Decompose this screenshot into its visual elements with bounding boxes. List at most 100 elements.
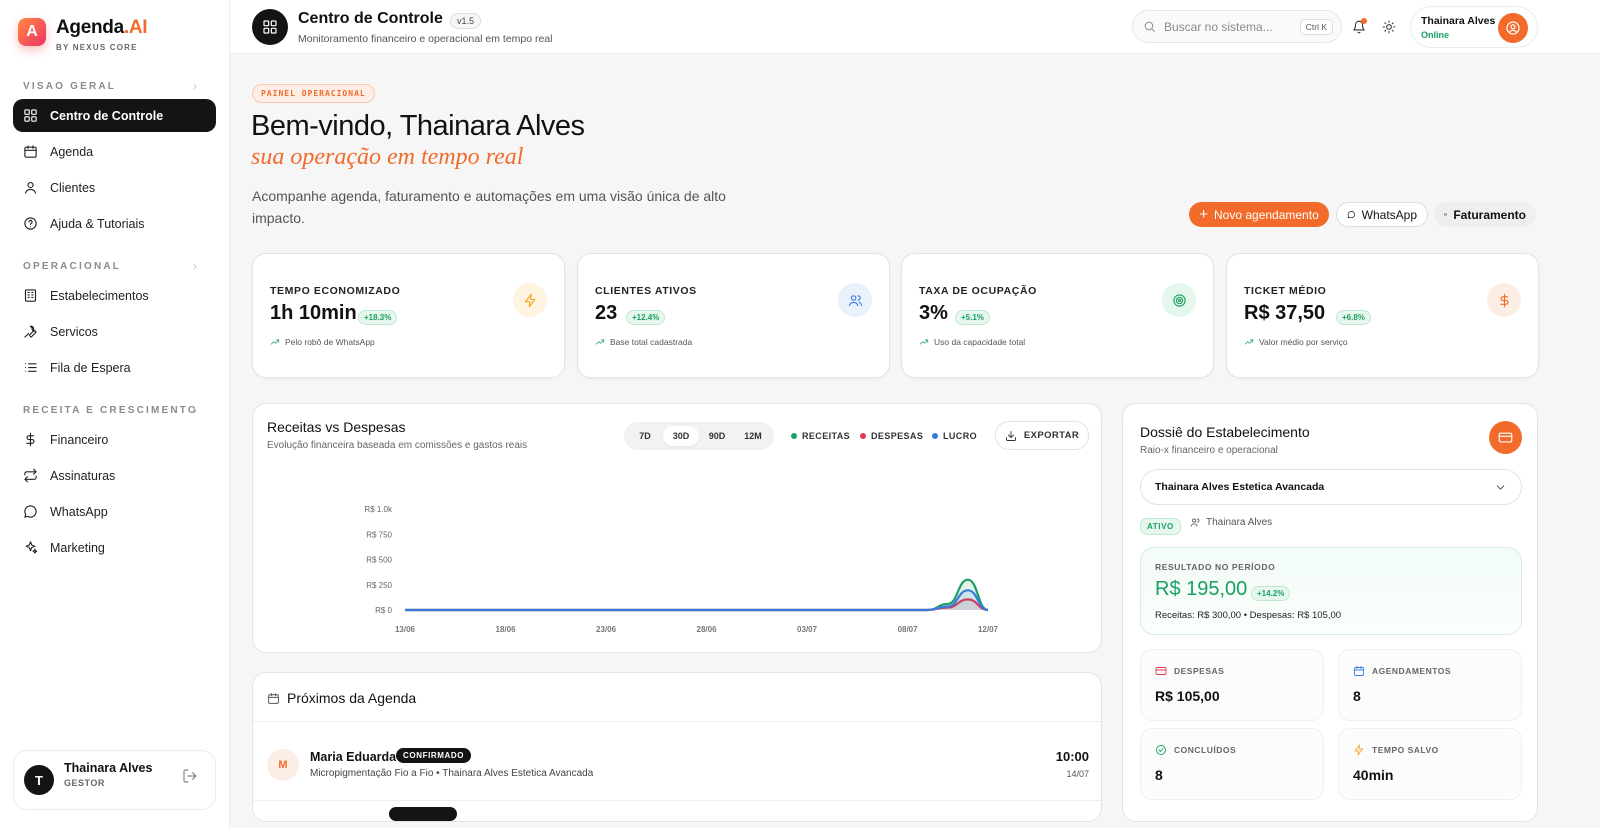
section-visao-geral[interactable]: VISAO GERAL [23,81,116,92]
chevron-right-icon: › [193,259,197,273]
section-receita[interactable]: RECEITA E CRESCIMENTO [23,405,198,416]
grid-icon [24,109,37,122]
kpi-delta: +18.3% [358,310,398,325]
stat-label: TEMPO SALVO [1353,744,1439,756]
y-tick-label: R$ 750 [366,530,392,539]
revenue-chart-card: Receitas vs Despesas Evolução financeira… [252,403,1102,653]
stat-label-text: DESPESAS [1174,666,1225,676]
repeat-icon [24,468,37,483]
sidebar-user-card[interactable]: T Thainara Alves GESTOR [13,750,216,810]
kpi-icon [1487,283,1521,317]
sidebar-item-financeiro[interactable]: Financeiro [13,423,216,456]
tab-12m[interactable]: 12M [735,426,771,446]
result-value: R$ 195,00 [1155,578,1248,600]
tab-90d[interactable]: 90D [699,426,735,446]
kpi-label: TAXA DE OCUPAÇÃO [919,285,1037,297]
sidebar-item-agenda[interactable]: Agenda [13,135,216,168]
legend-despesas[interactable]: DESPESAS [860,431,923,441]
appointment-date: 14/07 [1066,769,1089,779]
sidebar-item-label: WhatsApp [50,504,108,519]
tab-30d[interactable]: 30D [663,426,699,446]
whatsapp-label: WhatsApp [1361,207,1417,222]
sidebar-item-label: Marketing [50,540,105,555]
chevron-down-icon [1496,485,1505,490]
stat-label: CONCLUÍDOS [1155,744,1236,756]
sidebar-item-ajuda[interactable]: Ajuda & Tutoriais [13,207,216,240]
kpi-note: Valor médio por serviço [1244,337,1348,347]
kpi-card-ticket-medio[interactable]: TICKET MÉDIO R$ 37,50 +6.8% Valor médio … [1226,253,1539,378]
stat-value: 40min [1353,767,1394,783]
legend-label: RECEITAS [802,431,851,441]
card-icon [1498,432,1513,443]
stat-label-text: TEMPO SALVO [1372,745,1439,755]
sidebar-item-label: Financeiro [50,432,109,447]
sidebar-item-fila-de-espera[interactable]: Fila de Espera [13,351,216,384]
billing-button[interactable]: Faturamento [1434,202,1536,227]
stat-tempo-salvo: TEMPO SALVO 40min [1338,728,1522,800]
billing-label: Faturamento [1453,207,1526,222]
legend-dot [791,433,797,439]
header-user-menu[interactable]: Thainara Alves Online [1410,6,1538,48]
page-subtitle: Monitoramento financeiro e operacional e… [298,33,553,45]
stat-agendamentos: AGENDAMENTOS 8 [1338,649,1522,721]
x-tick-label: 18/06 [496,625,517,634]
trend-up-icon [595,339,605,345]
result-label: RESULTADO NO PERÍODO [1155,562,1276,572]
whatsapp-button[interactable]: WhatsApp [1336,202,1428,227]
establishment-select[interactable]: Thainara Alves Estetica Avancada [1140,469,1522,505]
legend-receitas[interactable]: RECEITAS [791,431,850,441]
dossier-action-button[interactable] [1489,421,1522,454]
kpi-value: R$ 37,50 [1244,302,1326,324]
y-tick-label: R$ 250 [366,581,392,590]
stat-value: R$ 105,00 [1155,688,1220,704]
grid-icon [263,20,277,34]
dossier-subtitle: Raio-x financeiro e operacional [1140,445,1278,456]
x-tick-label: 13/06 [395,625,416,634]
tab-7d[interactable]: 7D [627,426,663,446]
kpi-delta: +12.4% [626,310,666,325]
kpi-card-taxa-ocupacao[interactable]: TAXA DE OCUPAÇÃO 3% +5.1% Uso da capacid… [901,253,1214,378]
calendar-icon [24,145,37,158]
chevron-right-icon: › [193,403,197,417]
kpi-card-tempo-economizado[interactable]: TEMPO ECONOMIZADO 1h 10min +18.3% Pelo r… [252,253,565,378]
y-tick-label: R$ 0 [375,606,392,615]
sidebar-item-whatsapp[interactable]: WhatsApp [13,495,216,528]
export-button[interactable]: EXPORTAR [995,421,1089,450]
sidebar-item-clientes[interactable]: Clientes [13,171,216,204]
series-line-receitas [405,578,989,612]
stat-label: DESPESAS [1155,665,1224,677]
status-badge [389,807,457,821]
sidebar-item-centro-de-controle[interactable]: Centro de Controle [13,99,216,132]
owner-name: Thainara Alves [1206,517,1273,528]
search-input[interactable]: Buscar no sistema... Ctrl K [1132,10,1342,43]
section-operacional[interactable]: OPERACIONAL [23,261,121,272]
kpi-card-clientes-ativos[interactable]: CLIENTES ATIVOS 23 +12.4% Base total cad… [577,253,890,378]
stat-label-text: CONCLUÍDOS [1174,745,1237,755]
logout-icon[interactable] [182,768,198,784]
kpi-note: Base total cadastrada [595,337,692,347]
kpi-note: Pelo robô de WhatsApp [270,337,375,347]
sidebar-item-marketing[interactable]: Marketing [13,531,216,564]
chevron-right-icon: › [193,79,197,93]
brand-name-accent: .AI [123,17,148,38]
new-appointment-button[interactable]: + Novo agendamento [1189,202,1329,227]
kpi-icon [513,283,547,317]
stat-label-text: AGENDAMENTOS [1372,666,1452,676]
notifications-button[interactable] [1344,12,1374,42]
kpi-note-text: Uso da capacidade total [934,337,1026,347]
kpi-note-text: Valor médio por serviço [1259,337,1348,347]
legend-lucro[interactable]: LUCRO [932,431,977,441]
sidebar-item-estabelecimentos[interactable]: Estabelecimentos [13,279,216,312]
header-user-status: Online [1421,30,1450,40]
status-badge: ATIVO [1140,518,1181,535]
appointment-client: Maria Eduarda [310,750,397,764]
sidebar-item-label: Servicos [50,324,98,339]
sidebar-item-assinaturas[interactable]: Assinaturas [13,459,216,492]
avatar [1498,13,1528,43]
sidebar-item-label: Assinaturas [50,468,116,483]
theme-toggle-button[interactable] [1374,12,1404,42]
sidebar-item-servicos[interactable]: Servicos [13,315,216,348]
search-shortcut: Ctrl K [1299,19,1333,35]
brand-logo[interactable]: A [18,18,46,46]
brand-subtitle: BY NEXUS CORE [56,43,138,52]
